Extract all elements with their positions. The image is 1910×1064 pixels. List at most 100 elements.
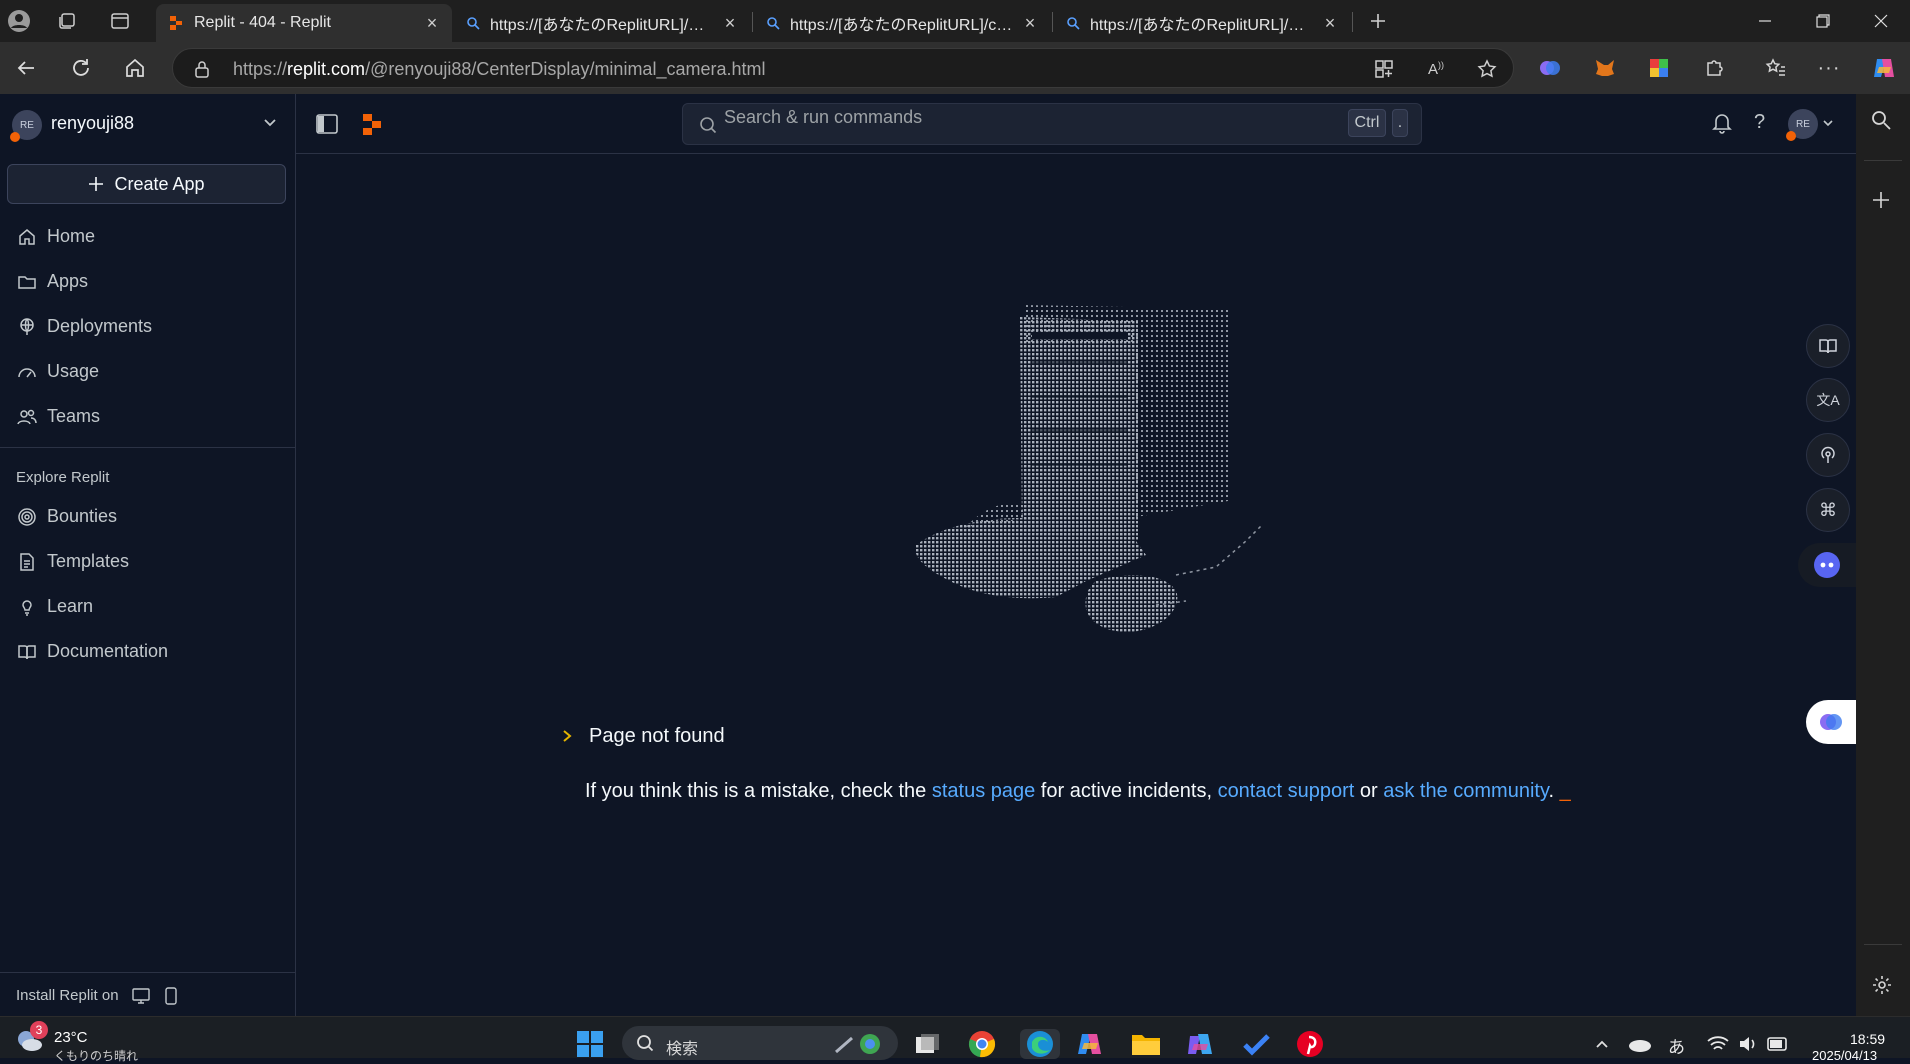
- tab-camera[interactable]: https://[あなたのReplitURL]/camera.html ×: [754, 4, 1050, 42]
- sidebar-item-learn[interactable]: Learn: [0, 586, 296, 626]
- globe-icon: [17, 317, 37, 337]
- install-replit-row: Install Replit on: [0, 972, 296, 1016]
- close-window-icon[interactable]: [1852, 0, 1910, 42]
- tab-actions-icon[interactable]: [107, 8, 133, 34]
- sidebar-item-deployments[interactable]: Deployments: [0, 306, 296, 346]
- command-icon[interactable]: ⌘: [1806, 488, 1850, 532]
- tab-replit-404[interactable]: Replit - 404 - Replit ×: [156, 4, 452, 42]
- bell-icon[interactable]: [1712, 112, 1732, 134]
- sidebar-item-label: Bounties: [47, 506, 118, 526]
- sidebar-item-usage[interactable]: Usage: [0, 351, 296, 391]
- close-tab-icon[interactable]: ×: [424, 13, 440, 34]
- replit-sidebar: RE renyouji88 Create App Home Apps Deplo…: [0, 94, 296, 1016]
- todo-check-icon[interactable]: [1240, 1029, 1272, 1059]
- metamask-fox-icon[interactable]: [1591, 54, 1619, 82]
- sidebar-settings-icon[interactable]: [1871, 974, 1893, 996]
- sidebar-search-icon[interactable]: [1869, 108, 1893, 132]
- blinking-cursor: _: [1559, 780, 1571, 802]
- new-tab-icon[interactable]: [1365, 8, 1391, 34]
- status-page-link[interactable]: status page: [932, 780, 1035, 802]
- tab-separator: [1352, 12, 1353, 32]
- read-aloud-icon[interactable]: A)): [1423, 56, 1449, 82]
- back-icon[interactable]: [11, 53, 41, 83]
- replit-logo-icon[interactable]: [362, 113, 382, 137]
- reading-view-icon[interactable]: [1806, 324, 1850, 368]
- sidebar-item-label: Usage: [47, 361, 100, 381]
- m365-copilot-icon[interactable]: [1184, 1029, 1216, 1059]
- taskbar-search[interactable]: 検索: [622, 1026, 898, 1060]
- edge-sidebar: [1856, 94, 1910, 1016]
- home-icon: [17, 227, 37, 247]
- chevron-down-icon[interactable]: [262, 114, 278, 130]
- home-icon[interactable]: [120, 53, 150, 83]
- profile-icon[interactable]: [6, 8, 32, 34]
- sidebar-divider: [1864, 160, 1902, 161]
- file-explorer-icon[interactable]: [1130, 1029, 1162, 1059]
- message-text: or: [1354, 780, 1384, 802]
- copilot-icon[interactable]: [1870, 54, 1898, 82]
- brain-assistant-icon[interactable]: [1806, 700, 1856, 744]
- sidebar-item-home[interactable]: Home: [0, 216, 296, 256]
- avatar: RE: [10, 110, 42, 142]
- clock-date[interactable]: 2025/04/13: [1812, 1048, 1877, 1063]
- account-switcher[interactable]: RE renyouji88: [0, 94, 296, 152]
- chevron-right-icon: [563, 729, 575, 744]
- ime-indicator[interactable]: あ: [1668, 1033, 1685, 1058]
- plus-icon: [88, 176, 104, 192]
- create-app-button[interactable]: Create App: [7, 164, 286, 204]
- onedrive-icon[interactable]: [1624, 1029, 1656, 1059]
- sidebar-item-documentation[interactable]: Documentation: [0, 631, 296, 671]
- workspaces-icon[interactable]: [54, 8, 80, 34]
- weather-badge: 3: [30, 1021, 48, 1039]
- edge-icon[interactable]: [1020, 1029, 1060, 1059]
- colorful-extension-icon[interactable]: [1645, 54, 1673, 82]
- tab-title: Replit - 404 - Replit: [194, 14, 331, 31]
- more-menu-icon[interactable]: ···: [1815, 54, 1843, 82]
- favorite-star-icon[interactable]: [1474, 56, 1500, 82]
- start-icon[interactable]: [574, 1029, 606, 1059]
- weather-desc: くもりのち晴れ: [54, 1049, 139, 1063]
- desktop-icon[interactable]: [132, 987, 150, 1005]
- chevron-down-icon[interactable]: [1822, 117, 1834, 129]
- close-tab-icon[interactable]: ×: [1322, 13, 1338, 34]
- mobile-icon[interactable]: [164, 987, 178, 1005]
- sidebar-item-teams[interactable]: Teams: [0, 396, 296, 436]
- address-bar[interactable]: https://replit.com/@renyouji88/CenterDis…: [172, 48, 1514, 88]
- volume-icon[interactable]: [1732, 1029, 1764, 1059]
- clock-time[interactable]: 18:59: [1850, 1031, 1885, 1047]
- weather-icon[interactable]: 3: [14, 1021, 48, 1053]
- copilot-app-icon[interactable]: [1074, 1029, 1106, 1059]
- sidebar-item-label: Templates: [47, 551, 130, 571]
- lock-icon[interactable]: [189, 56, 215, 82]
- sidebar-item-bounties[interactable]: Bounties: [0, 496, 296, 536]
- close-tab-icon[interactable]: ×: [1022, 13, 1038, 34]
- battery-icon[interactable]: [1762, 1029, 1794, 1059]
- favorites-list-icon[interactable]: [1762, 54, 1790, 82]
- kbd-ctrl: Ctrl: [1348, 109, 1386, 137]
- chevron-up-icon[interactable]: [1586, 1029, 1618, 1059]
- sidebar-item-apps[interactable]: Apps: [0, 261, 296, 301]
- brain-extension-icon[interactable]: [1536, 54, 1564, 82]
- restore-icon[interactable]: [1794, 0, 1852, 42]
- podcast-icon[interactable]: [1806, 433, 1850, 477]
- task-view-icon[interactable]: [912, 1029, 944, 1059]
- help-icon[interactable]: ?: [1754, 111, 1765, 134]
- tab-minimal-camera[interactable]: https://[あなたのReplitURL]/minimal_camera.h…: [454, 4, 750, 42]
- minimize-icon[interactable]: [1736, 0, 1794, 42]
- discord-icon[interactable]: [1798, 543, 1856, 587]
- header-avatar[interactable]: RE: [1786, 109, 1818, 141]
- tab-minimal-camera-2[interactable]: https://[あなたのReplitURL]/minimal_camera.h…: [1054, 4, 1350, 42]
- ask-community-link[interactable]: ask the community: [1383, 780, 1548, 802]
- close-tab-icon[interactable]: ×: [722, 13, 738, 34]
- sidebar-add-icon[interactable]: [1871, 190, 1891, 210]
- wifi-icon[interactable]: [1702, 1029, 1734, 1059]
- pinterest-icon[interactable]: [1294, 1029, 1326, 1059]
- extensions-puzzle-icon[interactable]: [1701, 54, 1729, 82]
- chrome-icon[interactable]: [966, 1029, 998, 1059]
- contact-support-link[interactable]: contact support: [1218, 780, 1355, 802]
- sidebar-item-templates[interactable]: Templates: [0, 541, 296, 581]
- translate-icon[interactable]: 文A: [1806, 378, 1850, 422]
- toggle-sidebar-icon[interactable]: [316, 114, 338, 134]
- app-available-icon[interactable]: [1371, 56, 1397, 82]
- refresh-icon[interactable]: [66, 53, 96, 83]
